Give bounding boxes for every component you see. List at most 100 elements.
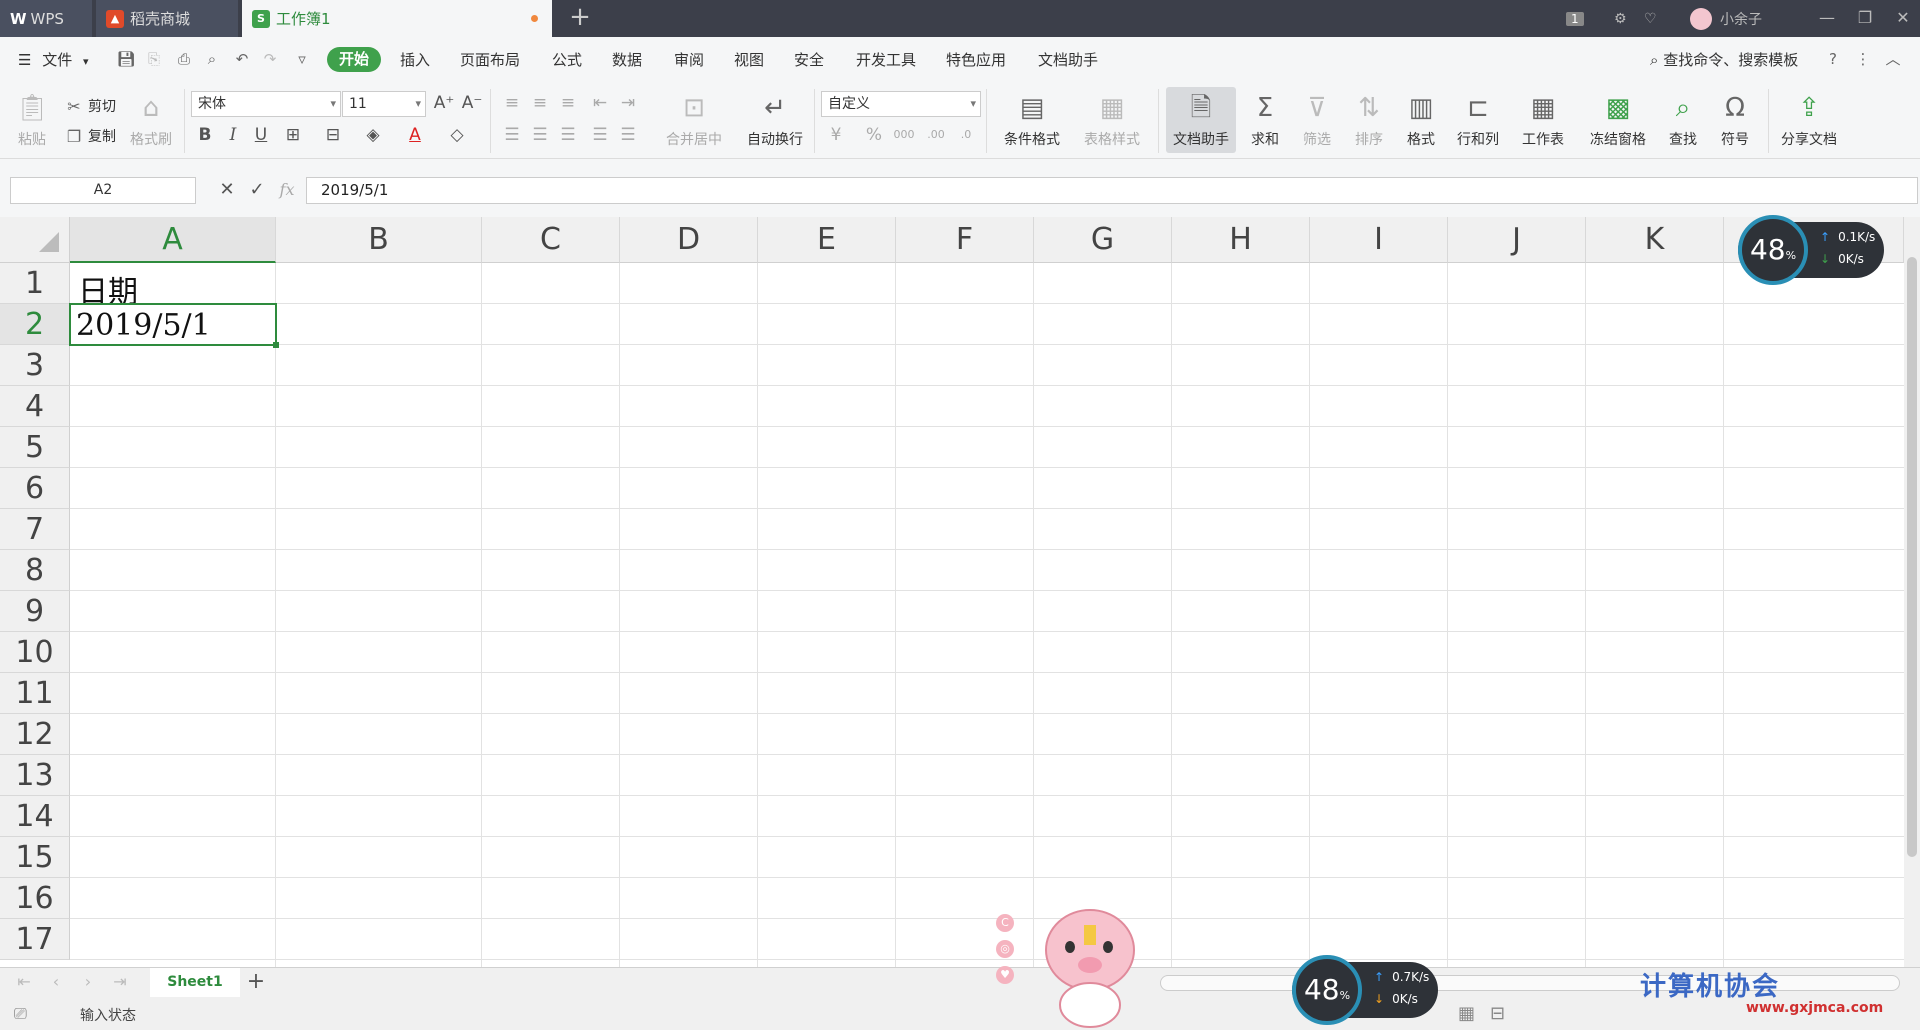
customize-toolbar-icon[interactable]: ▿: [292, 49, 312, 69]
tab-developer[interactable]: 开发工具: [856, 49, 916, 70]
help-icon[interactable]: ?: [1823, 49, 1843, 69]
fill-handle[interactable]: [273, 342, 279, 348]
column-header-f[interactable]: F: [896, 217, 1034, 263]
column-header-g[interactable]: G: [1034, 217, 1172, 263]
format-button[interactable]: ▥ 格式: [1396, 91, 1446, 149]
tab-data[interactable]: 数据: [612, 49, 642, 70]
row-header-11[interactable]: 11: [0, 673, 70, 714]
confirm-icon[interactable]: ✓: [246, 179, 268, 201]
find-button[interactable]: ⌕ 查找: [1658, 91, 1708, 149]
conditional-format-button[interactable]: ▤ 条件格式: [994, 91, 1070, 149]
share-doc-button[interactable]: ⇪ 分享文档: [1776, 91, 1842, 149]
user-account[interactable]: 小余子: [1690, 0, 1762, 37]
row-header-3[interactable]: 3: [0, 345, 70, 386]
undo-icon[interactable]: ↶: [232, 49, 252, 69]
vertical-scrollbar[interactable]: [1904, 217, 1920, 967]
row-header-17[interactable]: 17: [0, 919, 70, 960]
last-sheet-icon[interactable]: ⇥: [110, 972, 130, 991]
tab-insert[interactable]: 插入: [400, 49, 430, 70]
column-header-d[interactable]: D: [620, 217, 758, 263]
row-header-16[interactable]: 16: [0, 878, 70, 919]
tab-start[interactable]: 开始: [327, 47, 381, 72]
tab-doc-helper[interactable]: 文档助手: [1038, 49, 1098, 70]
redo-icon[interactable]: ↷: [260, 49, 280, 69]
copy-button[interactable]: ❐ 复制: [64, 126, 116, 146]
paste-button[interactable]: 📋︎ 粘贴: [10, 91, 54, 149]
font-color-icon[interactable]: A: [403, 123, 427, 147]
add-sheet-button[interactable]: +: [244, 969, 268, 995]
command-search[interactable]: ⌕ 查找命令、搜索模板: [1650, 49, 1798, 70]
decimal-decrease-icon[interactable]: .0: [954, 123, 978, 147]
format-painter-button[interactable]: ⌂ 格式刷: [126, 91, 176, 149]
row-header-8[interactable]: 8: [0, 550, 70, 591]
row-header-10[interactable]: 10: [0, 632, 70, 673]
font-name-select[interactable]: 宋体: [191, 91, 341, 117]
font-size-select[interactable]: 11: [342, 91, 426, 117]
align-right-icon[interactable]: ☰: [556, 123, 580, 147]
cell-style-icon[interactable]: ⊟: [321, 123, 345, 147]
sum-button[interactable]: Σ 求和: [1240, 91, 1290, 149]
justify-icon[interactable]: ☰: [588, 123, 612, 147]
underline-icon[interactable]: U: [249, 123, 273, 147]
scroll-thumb[interactable]: [1907, 257, 1917, 857]
formula-input[interactable]: 2019/5/1: [306, 177, 1918, 204]
merge-center-button[interactable]: ⊡ 合并居中: [654, 91, 734, 149]
indent-decrease-icon[interactable]: ⇤: [588, 91, 612, 115]
wrap-text-button[interactable]: ↵ 自动换行: [740, 91, 810, 149]
collapse-ribbon-icon[interactable]: ︿: [1883, 49, 1903, 69]
table-style-button[interactable]: ▦ 表格样式: [1074, 91, 1150, 149]
minimize-icon[interactable]: —: [1814, 6, 1840, 30]
tab-page-layout[interactable]: 页面布局: [460, 49, 520, 70]
align-left-icon[interactable]: ☰: [500, 123, 524, 147]
export-icon[interactable]: ⎘: [144, 49, 164, 69]
cancel-icon[interactable]: ✕: [216, 179, 238, 201]
italic-icon[interactable]: I: [221, 123, 245, 147]
new-tab-button[interactable]: +: [566, 4, 594, 32]
thousands-icon[interactable]: 000: [892, 123, 916, 147]
print-icon[interactable]: ⎙: [174, 49, 194, 69]
pet-bubble-icon[interactable]: ♥: [996, 966, 1014, 984]
distributed-icon[interactable]: ☰: [616, 123, 640, 147]
file-menu[interactable]: ☰ 文件 ▾: [18, 49, 89, 70]
row-header-5[interactable]: 5: [0, 427, 70, 468]
number-format-select[interactable]: 自定义: [821, 91, 981, 117]
column-header-i[interactable]: I: [1310, 217, 1448, 263]
horizontal-scrollbar[interactable]: [1160, 975, 1900, 991]
name-box[interactable]: A2: [10, 177, 196, 204]
column-header-e[interactable]: E: [758, 217, 896, 263]
spreadsheet-grid[interactable]: ABCDEFGHIJK 1 2 3 4 5 6 7 8 9 10 11 12 13 14 15 16 17 日期…: [0, 217, 1904, 967]
font-grow-icon[interactable]: A⁺: [432, 91, 456, 115]
row-header-13[interactable]: 13: [0, 755, 70, 796]
more-icon[interactable]: ⋮: [1853, 49, 1873, 69]
currency-icon[interactable]: ¥: [824, 123, 848, 147]
row-header-4[interactable]: 4: [0, 386, 70, 427]
first-sheet-icon[interactable]: ⇤: [14, 972, 34, 991]
row-header-2[interactable]: 2: [0, 304, 70, 345]
sync-icon[interactable]: ⚙: [1614, 0, 1627, 37]
close-icon[interactable]: ✕: [1890, 6, 1916, 30]
sheet-tab-sheet1[interactable]: Sheet1: [150, 968, 240, 997]
sort-button[interactable]: ⇅ 排序: [1344, 91, 1394, 149]
normal-view-icon[interactable]: ▦: [1458, 1003, 1475, 1024]
macro-record-icon[interactable]: ⎚: [14, 1004, 27, 1024]
pet-bubble-icon[interactable]: ◎: [996, 940, 1014, 958]
column-header-b[interactable]: B: [276, 217, 482, 263]
row-header-6[interactable]: 6: [0, 468, 70, 509]
symbol-button[interactable]: Ω 符号: [1710, 91, 1760, 149]
align-bottom-icon[interactable]: ≡: [556, 91, 580, 115]
select-all-corner[interactable]: [0, 217, 70, 263]
tab-formulas[interactable]: 公式: [552, 49, 582, 70]
column-header-k[interactable]: K: [1586, 217, 1724, 263]
align-middle-icon[interactable]: ≡: [528, 91, 552, 115]
fill-color-icon[interactable]: ◈: [361, 123, 385, 147]
save-icon[interactable]: 💾︎: [116, 49, 136, 69]
row-header-15[interactable]: 15: [0, 837, 70, 878]
align-top-icon[interactable]: ≡: [500, 91, 524, 115]
tab-security[interactable]: 安全: [794, 49, 824, 70]
indent-increase-icon[interactable]: ⇥: [616, 91, 640, 115]
restore-icon[interactable]: ❐: [1852, 6, 1878, 30]
row-header-9[interactable]: 9: [0, 591, 70, 632]
document-tab[interactable]: S 工作簿1: [242, 0, 552, 37]
prev-sheet-icon[interactable]: ‹: [46, 972, 66, 991]
network-meter-top[interactable]: 48% ↑ 0.1K/s ↓ 0K/s: [1738, 215, 1884, 285]
